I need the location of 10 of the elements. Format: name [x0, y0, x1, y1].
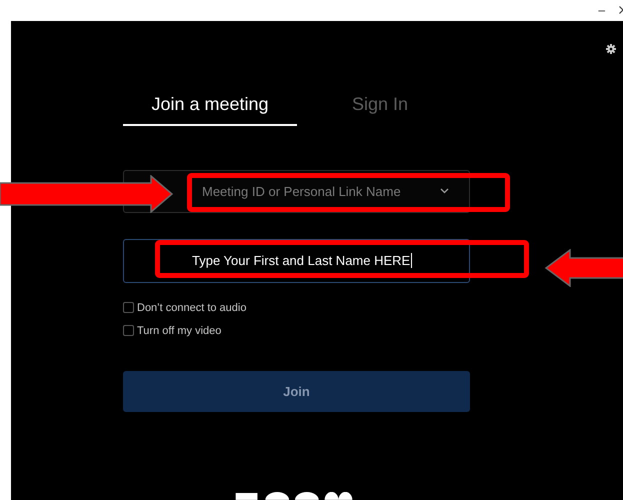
checkbox-label: Don’t connect to audio [137, 302, 246, 314]
tab[interactable]: Join a meeting [123, 86, 297, 126]
checkbox[interactable] [123, 325, 134, 336]
checkbox[interactable] [123, 302, 134, 314]
placeholder-text: Meeting ID or Personal Link Name [202, 184, 402, 199]
checkbox-label: Turn off my video [137, 324, 222, 337]
settings-icon[interactable] [606, 44, 616, 54]
input-text: Type Your First and Last Name HERE [192, 253, 410, 268]
chevron-down-icon[interactable] [440, 188, 449, 194]
minimize-button[interactable]: – [598, 3, 605, 17]
